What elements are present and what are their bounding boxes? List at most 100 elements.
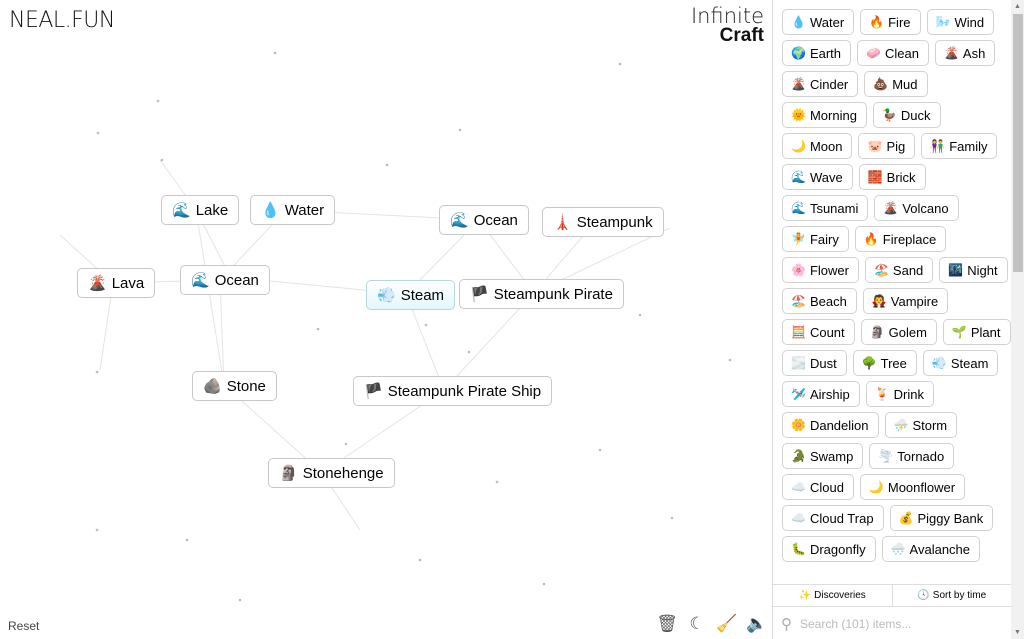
item-label: Morning (809, 107, 857, 123)
sidebar-item[interactable]: 🔥 Fire (860, 9, 921, 35)
background-dot (95, 370, 99, 374)
search-input[interactable] (800, 616, 990, 631)
sidebar-item[interactable]: 🌍 Earth (782, 40, 852, 66)
item-emoji-icon: 🏴 (364, 383, 383, 400)
canvas-item[interactable]: 🌋 Lava (77, 268, 156, 298)
background-dot (344, 442, 348, 446)
scrollbar[interactable]: ▲ ▼ (1011, 0, 1024, 639)
sidebar-item[interactable]: 🧛 Vampire (862, 288, 949, 314)
sound-icon[interactable]: 🔈 (746, 614, 767, 634)
sidebar-item[interactable]: 🧱 Brick (858, 164, 926, 190)
canvas-item[interactable]: 🌊 Ocean (439, 205, 529, 235)
item-label: Family (949, 138, 988, 154)
item-emoji-icon: 🗼 (553, 214, 572, 231)
canvas-item[interactable]: 🏴 Steampunk Pirate Ship (353, 376, 553, 406)
sidebar-item[interactable]: 👫 Family (921, 133, 998, 159)
sidebar-item[interactable]: 🌊 Tsunami (782, 195, 869, 221)
item-emoji-icon: 🌋 (883, 201, 899, 215)
sidebar-item[interactable]: 🌊 Wave (782, 164, 853, 190)
sidebar-item[interactable]: 🌋 Ash (934, 40, 996, 66)
item-emoji-icon: 🌋 (791, 77, 806, 91)
item-emoji-icon: 🐛 (791, 542, 806, 556)
item-emoji-icon: 🌬️ (935, 15, 951, 29)
item-emoji-icon: 🧼 (866, 46, 881, 60)
connection-lines (59, 51, 732, 602)
sidebar-item[interactable]: 🌳 Tree (852, 350, 917, 376)
sidebar-item[interactable]: 🐷 Pig (858, 133, 916, 159)
sparkle-icon: ✨ (798, 590, 812, 601)
broom-icon[interactable]: 🧹 (716, 614, 737, 634)
sidebar-item[interactable]: 🌨️ Avalanche (881, 536, 981, 562)
sidebar-item[interactable]: 🌙 Moon (782, 133, 853, 159)
sort-by-time-button[interactable]: 🕓 Sort by time (891, 585, 1012, 606)
sidebar-item[interactable]: 🌞 Morning (782, 102, 867, 128)
canvas-item[interactable]: 🏴 Steampunk Pirate (459, 279, 624, 309)
item-emoji-icon: 🗿 (869, 325, 885, 339)
neal-fun-logo[interactable]: NEAL.FUN (9, 8, 115, 33)
canvas-item[interactable]: 🗼 Steampunk (542, 207, 664, 237)
canvas-item[interactable]: 💨 Steam (366, 280, 456, 310)
sidebar-item[interactable]: 🌪️ Tornado (869, 443, 955, 469)
background-dot (495, 480, 499, 484)
item-label: Stone (226, 377, 266, 395)
item-label: Ocean (473, 211, 518, 229)
background-dot (316, 327, 320, 331)
item-emoji-icon: 💨 (931, 356, 947, 370)
sidebar-item[interactable]: 🌫️ Dust (782, 350, 847, 376)
sidebar-item[interactable]: ☁️ Cloud Trap (782, 505, 884, 531)
item-emoji-icon: 🌨️ (890, 542, 906, 556)
sidebar-item[interactable]: 🌋 Volcano (874, 195, 959, 221)
trash-icon[interactable]: 🗑 (656, 614, 678, 634)
sidebar-item[interactable]: 🗿 Golem (860, 319, 937, 345)
sidebar-item[interactable]: 🌃 Night (939, 257, 1008, 283)
item-emoji-icon: 🧱 (867, 170, 883, 184)
sidebar-item[interactable]: 🧮 Count (782, 319, 855, 345)
sidebar-item[interactable]: 🧚 Fairy (782, 226, 849, 252)
scroll-up-arrow-icon[interactable]: ▲ (1014, 3, 1021, 10)
reset-button[interactable]: Reset (8, 619, 39, 633)
canvas-item[interactable]: 🪨 Stone (192, 371, 277, 401)
sidebar-item[interactable]: 🍹 Drink (865, 381, 934, 407)
canvas-item[interactable]: 🌊 Ocean (180, 265, 270, 295)
discoveries-tab[interactable]: ✨ Discoveries (773, 585, 892, 606)
item-emoji-icon: 🐊 (791, 449, 806, 463)
sidebar-item[interactable]: ⛈️ Storm (884, 412, 958, 438)
scroll-down-arrow-icon[interactable]: ▼ (1014, 629, 1021, 636)
canvas-item[interactable]: 🌊 Lake (161, 195, 240, 225)
sidebar-item[interactable]: 💰 Piggy Bank (889, 505, 994, 531)
item-label: Ocean (214, 271, 259, 289)
item-label: Sand (892, 262, 924, 278)
sidebar-item[interactable]: 💧 Water (782, 9, 855, 35)
background-dot (598, 448, 602, 452)
item-emoji-icon: 🔥 (869, 15, 885, 29)
item-emoji-icon: 👫 (930, 139, 946, 153)
canvas-item[interactable]: 💧 Water (250, 195, 336, 225)
moon-icon[interactable]: ☾ (687, 614, 707, 634)
sidebar-item[interactable]: 🐛 Dragonfly (782, 536, 876, 562)
sidebar-item[interactable]: 🧼 Clean (857, 40, 929, 66)
item-emoji-icon: 🍹 (874, 387, 890, 401)
sidebar-item[interactable]: 🌸 Flower (782, 257, 859, 283)
item-label: Cloud (809, 479, 844, 495)
sidebar-item[interactable]: 🛩️ Airship (782, 381, 860, 407)
sidebar-item[interactable]: 🌋 Cinder (782, 71, 859, 97)
crafting-canvas[interactable]: NEAL.FUN Infinite Craft 🌊 Lake 💧 Water 🌋 Lava… (0, 0, 772, 639)
sidebar-item[interactable]: 🦆 Duck (872, 102, 941, 128)
sidebar-item[interactable]: 🌬️ Wind (926, 9, 995, 35)
sidebar-item[interactable]: 💨 Steam (922, 350, 999, 376)
sidebar-item[interactable]: 💩 Mud (864, 71, 928, 97)
sidebar-item[interactable]: 🌱 Plant (942, 319, 1011, 345)
item-label: Pig (886, 138, 906, 154)
sidebar-item[interactable]: 🌼 Dandelion (782, 412, 879, 438)
sidebar-item[interactable]: ☁️ Cloud (782, 474, 854, 500)
item-label: Wave (809, 169, 843, 185)
sidebar-item[interactable]: 🔥 Fireplace (854, 226, 947, 252)
scrollbar-thumb[interactable] (1013, 14, 1023, 272)
sidebar-item[interactable]: 🏖️ Sand (864, 257, 934, 283)
sidebar-item[interactable]: 🐊 Swamp (782, 443, 864, 469)
sidebar-item[interactable]: 🏖️ Beach (782, 288, 857, 314)
sidebar-item[interactable]: 🌙 Moonflower (859, 474, 966, 500)
background-dot (618, 62, 622, 66)
canvas-item[interactable]: 🗿 Stonehenge (268, 458, 395, 488)
background-dot (638, 313, 642, 317)
